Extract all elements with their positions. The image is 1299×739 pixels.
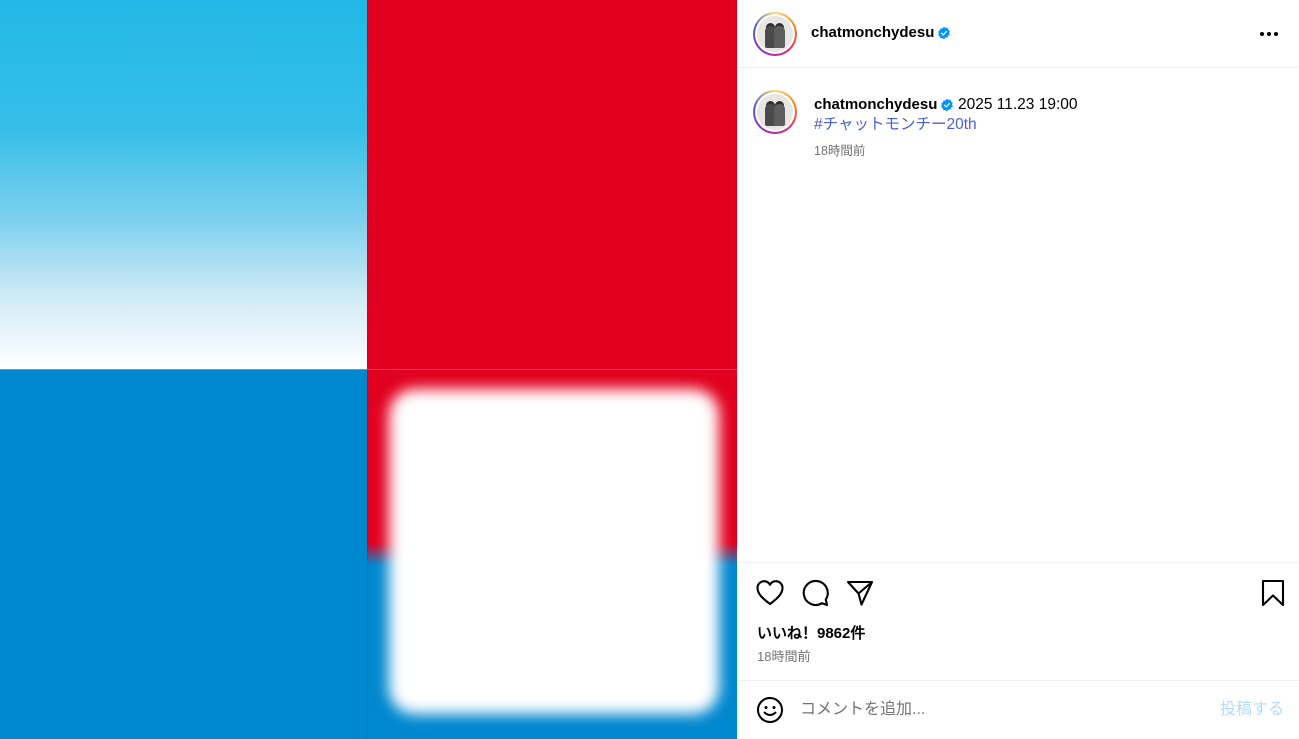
avatar-photo — [757, 94, 793, 130]
post-header: chatmonchydesu — [738, 0, 1299, 68]
caption-username[interactable]: chatmonchydesu — [814, 96, 937, 114]
verified-badge-icon — [938, 26, 950, 40]
more-options-icon[interactable] — [1254, 22, 1284, 46]
header-username[interactable]: chatmonchydesu — [811, 24, 934, 42]
image-quadrant-blue — [0, 369, 367, 739]
posted-timestamp[interactable]: 18時間前 — [757, 649, 810, 665]
likes-count[interactable]: いいね！9862件 — [757, 625, 865, 643]
caption-text: 2025 11.23 19:00 — [958, 96, 1078, 113]
caption-timestamp[interactable]: 18時間前 — [814, 143, 865, 159]
post-image[interactable] — [0, 0, 737, 739]
image-divider — [0, 369, 737, 370]
caption-avatar[interactable] — [753, 90, 797, 134]
save-bookmark-icon[interactable] — [1258, 578, 1288, 608]
like-heart-icon[interactable] — [755, 578, 785, 608]
comment-input[interactable] — [800, 699, 1180, 721]
comment-icon[interactable] — [800, 578, 830, 608]
comment-bar: 投稿する — [738, 680, 1299, 739]
avatar-photo — [757, 16, 793, 52]
post-actions: いいね！9862件 18時間前 — [738, 562, 1299, 680]
image-quadrant-sky — [0, 0, 367, 369]
post-side-panel: chatmonchydesu chatmonchydesu 2025 11.23… — [737, 0, 1299, 739]
share-send-icon[interactable] — [845, 578, 875, 608]
caption-hashtag-link[interactable]: #チャットモンチー20th — [814, 115, 977, 135]
avatar[interactable] — [753, 12, 797, 56]
verified-badge-icon — [941, 98, 953, 112]
post-comment-button[interactable]: 投稿する — [1220, 700, 1284, 720]
emoji-icon[interactable] — [755, 695, 785, 725]
image-quadrant-blurred — [367, 369, 737, 739]
image-quadrant-red — [367, 0, 737, 369]
blurred-white-shape — [389, 389, 719, 714]
